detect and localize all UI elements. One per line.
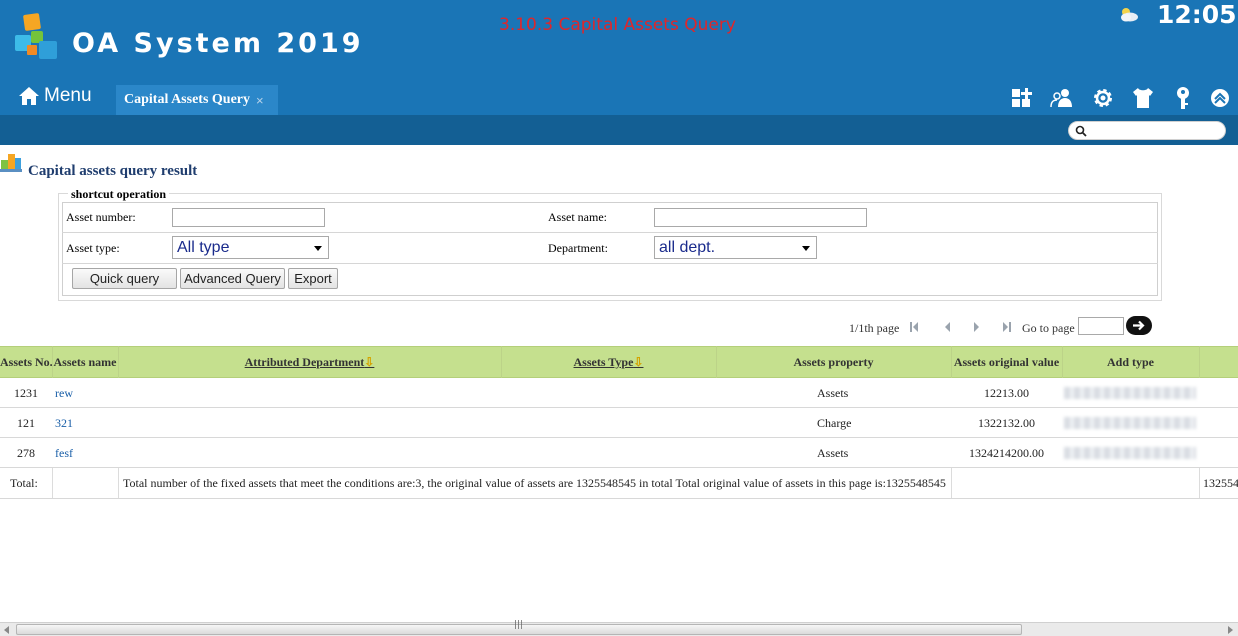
column-divider [951,468,952,498]
search-icon [1075,125,1087,137]
go-button[interactable] [1126,316,1152,335]
department-label: Department: [548,241,608,255]
weather-icon [1121,8,1138,22]
column-header-department[interactable]: Attributed Department⇩ [118,346,501,378]
redacted-add-type [1064,447,1196,459]
page-title: Capital assets query result [28,163,198,179]
department-select[interactable]: all dept. [654,236,817,259]
menu-label: Menu [44,85,92,106]
cell-assets-name-link[interactable]: fesf [55,438,73,468]
export-button[interactable]: Export [288,268,338,289]
key-icon[interactable] [1171,86,1195,110]
section-title: 3.10.3 Capital Assets Query [499,15,736,35]
column-divider [951,346,952,378]
previous-page-icon[interactable] [941,320,953,334]
total-right-value: 1325548545 [1203,476,1238,490]
asset-type-select[interactable]: All type [172,236,329,259]
goto-label: Go to page [1022,321,1075,335]
home-icon [19,87,39,105]
top-header: OA System 2019 3.10.3 Capital Assets Que… [0,0,1238,115]
column-header-original-value: Assets original value [953,355,1060,369]
collapse-icon[interactable] [1208,86,1232,110]
column-header-assets-property: Assets property [793,355,874,369]
tab-capital-assets-query[interactable]: Capital Assets Query × [116,85,278,115]
advanced-query-button[interactable]: Advanced Query [180,268,285,289]
redacted-add-type [1064,417,1196,429]
goto-page-input[interactable] [1078,317,1124,335]
horizontal-scrollbar[interactable]: ||| [0,620,1238,636]
tab-label: Capital Assets Query [124,92,250,107]
chevron-down-icon [802,246,810,251]
cell-original-value: 1322132.00 [978,416,1035,430]
asset-number-input[interactable] [172,208,325,227]
assets-icon [0,154,22,172]
arrow-right-icon [1133,320,1145,331]
page-info: 1/1th page [849,321,900,335]
search-input[interactable] [1089,123,1219,138]
cell-original-value: 1324214200.00 [969,446,1044,460]
column-divider [52,346,53,378]
column-divider [1199,468,1200,498]
column-header-department-label: Attributed Department [244,355,365,369]
redacted-add-type [1064,387,1196,399]
scrollbar-grip-icon: ||| [514,620,524,630]
cell-assets-no: 121 [17,416,35,430]
column-divider [1062,346,1063,378]
cell-original-value: 12213.00 [984,386,1029,400]
column-divider [501,346,502,378]
form-divider [62,232,1158,233]
asset-name-input[interactable] [654,208,867,227]
theme-icon[interactable] [1131,86,1155,110]
app-logo-icon [15,13,57,59]
department-value: all dept. [659,239,716,256]
row-divider [0,498,1238,499]
next-page-icon[interactable] [971,320,983,334]
column-header-assets-type-label: Assets Type [573,355,634,369]
column-divider [716,346,717,378]
close-icon[interactable]: × [256,93,264,108]
chevron-down-icon [314,246,322,251]
column-divider [1199,346,1200,378]
scroll-right-icon[interactable] [1228,626,1233,634]
asset-name-label: Asset name: [548,210,607,224]
cell-assets-no: 278 [17,446,35,460]
column-divider [118,346,119,378]
asset-type-label: Asset type: [66,241,120,255]
asset-type-value: All type [177,239,230,256]
cell-assets-property: Assets [817,386,849,400]
users-icon[interactable] [1050,86,1074,110]
cell-assets-name-link[interactable]: rew [55,378,73,408]
cell-assets-property: Charge [817,416,852,430]
last-page-icon[interactable] [1001,320,1013,334]
column-header-assets-no: Assets No. [0,355,52,369]
column-divider [52,468,53,498]
shortcut-legend: shortcut operation [68,187,169,202]
add-module-icon[interactable] [1010,86,1034,110]
sort-arrow-icon: ⇩ [364,355,375,369]
sort-arrow-icon: ⇩ [633,355,644,369]
cell-assets-no: 1231 [14,386,38,400]
quick-query-button[interactable]: Quick query [72,268,177,289]
menu-button[interactable]: Menu [18,83,92,109]
column-header-assets-name: Assets name [53,355,117,369]
total-summary: Total number of the fixed assets that me… [123,476,946,490]
scroll-left-icon[interactable] [4,626,9,634]
asset-number-label: Asset number: [66,210,136,224]
form-divider [62,263,1158,264]
total-label: Total: [10,476,38,490]
sub-header-bar [0,115,1238,145]
row-divider [0,437,1238,438]
column-divider [118,468,119,498]
column-header-assets-type[interactable]: Assets Type⇩ [501,346,716,378]
settings-icon[interactable] [1091,86,1115,110]
first-page-icon[interactable] [908,320,920,334]
row-divider [0,407,1238,408]
clock: 12:05 [1157,0,1237,29]
cell-assets-property: Assets [817,446,849,460]
column-header-add-type: Add type [1106,355,1154,369]
search-box[interactable] [1068,121,1226,140]
cell-assets-name-link[interactable]: 321 [55,408,73,438]
app-title: OA System 2019 [72,28,364,59]
